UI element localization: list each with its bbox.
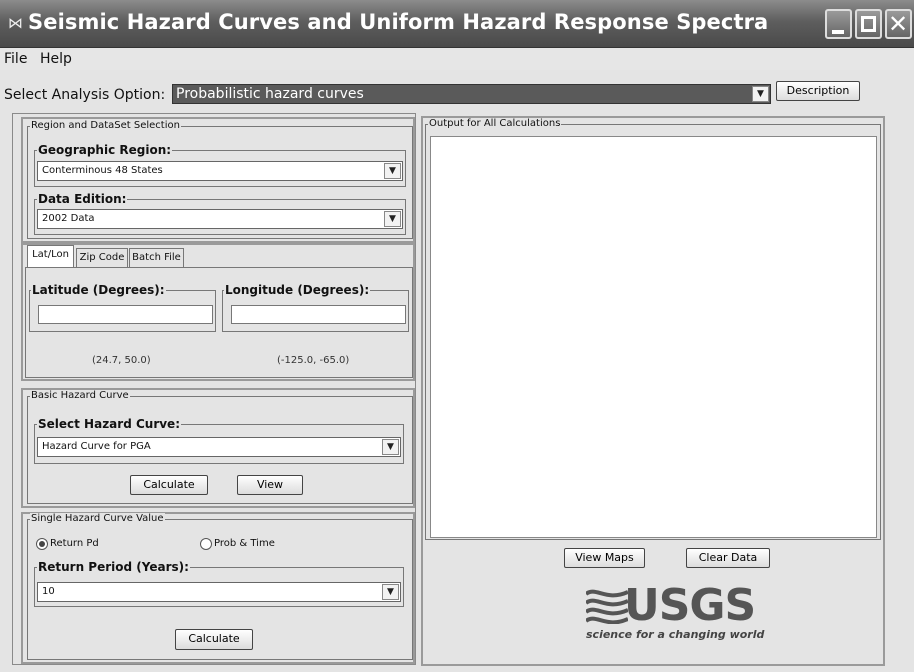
view-button[interactable]: View <box>237 475 303 495</box>
select-hazard-label: Select Hazard Curve: <box>37 417 181 431</box>
chevron-down-icon[interactable]: ▼ <box>382 439 399 455</box>
menu-bar: File Help <box>0 48 914 70</box>
radio-return-pd-label[interactable]: Return Pd <box>50 538 99 549</box>
view-maps-button[interactable]: View Maps <box>564 548 645 568</box>
usgs-logo: USGS science for a changing world <box>586 580 764 650</box>
chevron-down-icon[interactable]: ▼ <box>384 163 401 179</box>
maximize-button[interactable] <box>855 9 882 39</box>
radio-prob-time[interactable] <box>200 538 212 550</box>
description-button[interactable]: Description <box>776 81 860 101</box>
title-bar[interactable]: ⋈ Seismic Hazard Curves and Uniform Haza… <box>0 0 914 48</box>
hazard-curve-value: Hazard Curve for PGA <box>42 441 151 452</box>
geographic-region-value: Conterminous 48 States <box>42 165 163 176</box>
return-period-label: Return Period (Years): <box>37 560 190 574</box>
data-edition-value: 2002 Data <box>42 213 95 224</box>
basic-hazard-title: Basic Hazard Curve <box>30 390 130 401</box>
usgs-wave-icon <box>586 589 628 624</box>
window-title: Seismic Hazard Curves and Uniform Hazard… <box>28 10 769 34</box>
chevron-down-icon[interactable]: ▼ <box>752 86 769 102</box>
longitude-input[interactable] <box>231 305 406 324</box>
data-edition-label: Data Edition: <box>37 192 128 206</box>
tab-latlon[interactable]: Lat/Lon <box>27 245 74 268</box>
menu-file[interactable]: File <box>4 51 27 67</box>
analysis-option-label: Select Analysis Option: <box>4 87 166 103</box>
latitude-label: Latitude (Degrees): <box>31 283 166 297</box>
radio-selected-dot <box>39 541 45 547</box>
clear-data-button[interactable]: Clear Data <box>686 548 770 568</box>
tab-zip-code[interactable]: Zip Code <box>76 248 128 267</box>
return-period-value: 10 <box>42 586 55 597</box>
usgs-wordmark: USGS <box>624 580 756 631</box>
latitude-range: (24.7, 50.0) <box>92 355 151 366</box>
analysis-option-value: Probabilistic hazard curves <box>176 86 364 102</box>
analysis-option-select[interactable]: Probabilistic hazard curves ▼ <box>172 84 771 104</box>
close-icon: ✕ <box>888 10 909 38</box>
longitude-label: Longitude (Degrees): <box>224 283 371 297</box>
longitude-range: (-125.0, -65.0) <box>277 355 350 366</box>
region-dataset-title: Region and DataSet Selection <box>30 120 181 131</box>
minimize-icon <box>832 30 844 34</box>
app-icon: ⋈ <box>8 14 23 32</box>
return-period-select[interactable]: 10 ▼ <box>37 582 401 602</box>
data-edition-select[interactable]: 2002 Data ▼ <box>37 209 403 229</box>
single-calculate-button[interactable]: Calculate <box>175 629 253 650</box>
output-text-area[interactable] <box>430 136 877 538</box>
usgs-tagline: science for a changing world <box>586 628 765 641</box>
output-title: Output for All Calculations <box>428 118 562 129</box>
latitude-input[interactable] <box>38 305 213 324</box>
geographic-region-select[interactable]: Conterminous 48 States ▼ <box>37 161 403 181</box>
close-button[interactable]: ✕ <box>885 9 912 39</box>
menu-help[interactable]: Help <box>40 51 72 67</box>
radio-return-pd[interactable] <box>36 538 48 550</box>
radio-prob-time-label[interactable]: Prob & Time <box>214 538 275 549</box>
single-value-title: Single Hazard Curve Value <box>30 513 165 524</box>
chevron-down-icon[interactable]: ▼ <box>382 584 399 600</box>
chevron-down-icon[interactable]: ▼ <box>384 211 401 227</box>
geographic-region-label: Geographic Region: <box>37 143 173 157</box>
tab-batch-file[interactable]: Batch File <box>129 248 184 267</box>
minimize-button[interactable] <box>825 9 852 39</box>
hazard-curve-select[interactable]: Hazard Curve for PGA ▼ <box>37 437 401 457</box>
basic-calculate-button[interactable]: Calculate <box>130 475 208 495</box>
maximize-icon <box>861 16 876 32</box>
